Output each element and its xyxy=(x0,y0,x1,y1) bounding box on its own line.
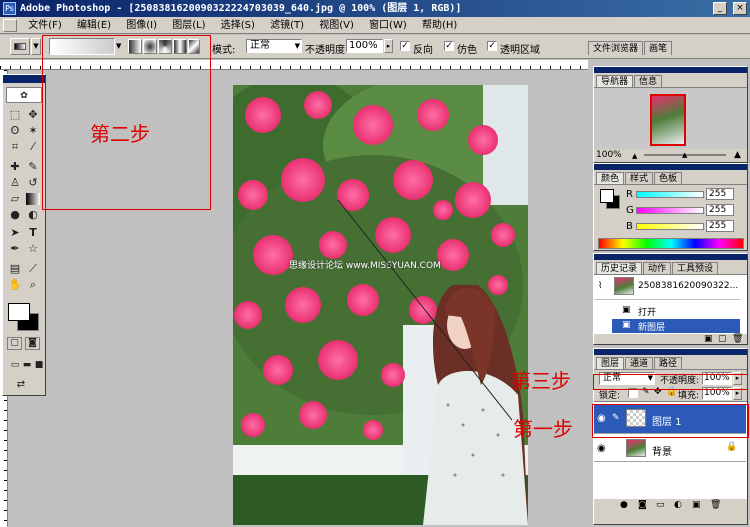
layer-mask-icon[interactable]: ◙ xyxy=(638,500,647,510)
adjustment-layer-icon[interactable]: ◐ xyxy=(674,500,682,510)
history-item-open[interactable]: 打开 xyxy=(638,305,656,318)
red-value-input[interactable]: 255 xyxy=(706,188,734,200)
step2-label: 第二步 xyxy=(90,122,150,146)
navigator-panel: 导航器 信息 100% ▲ ▲ ▲ xyxy=(593,66,748,163)
tab-swatches[interactable]: 色板 xyxy=(654,172,683,184)
step1-label: 第一步 xyxy=(513,417,573,441)
history-divider xyxy=(594,299,740,300)
tab-color[interactable]: 颜色 xyxy=(596,172,625,184)
green-value-input[interactable]: 255 xyxy=(706,204,734,216)
history-brush-source-icon[interactable]: ⌇ xyxy=(598,281,602,291)
zoom-out-icon[interactable]: ▲ xyxy=(632,152,637,160)
create-document-icon[interactable]: ▢ xyxy=(718,334,727,344)
tab-history[interactable]: 历史记录 xyxy=(596,262,643,274)
history-panel: 历史记录 动作 工具预设 ⌇ 2508381620090322... ▣ 打开 ▣ … xyxy=(593,253,748,345)
blue-channel-label: B xyxy=(626,221,633,232)
color-panel: 颜色 样式 色板 R 255 G 255 B 255 xyxy=(593,163,748,251)
green-channel-label: G xyxy=(626,205,634,216)
trash-icon[interactable]: 🗑 xyxy=(732,334,743,344)
guide-line xyxy=(337,199,513,421)
zoom-in-icon[interactable]: ▲ xyxy=(734,150,741,160)
red-slider[interactable] xyxy=(636,191,704,198)
eye-icon[interactable]: ◉ xyxy=(597,443,606,454)
document-state-icon: ▣ xyxy=(622,305,631,315)
tab-paths[interactable]: 路径 xyxy=(654,357,683,369)
history-item-new-layer[interactable]: 新图层 xyxy=(638,320,665,333)
layer-set-icon[interactable]: ▭ xyxy=(656,500,665,510)
new-layer-icon[interactable]: ▣ xyxy=(692,500,701,510)
navigator-thumbnail[interactable] xyxy=(650,94,686,146)
background-thumbnail xyxy=(626,439,646,457)
tab-tool-presets[interactable]: 工具预设 xyxy=(672,262,719,274)
blue-value-input[interactable]: 255 xyxy=(706,220,734,232)
delete-layer-icon[interactable]: 🗑 xyxy=(710,500,721,510)
tab-info[interactable]: 信息 xyxy=(634,75,663,87)
lock-icon: 🔒 xyxy=(726,442,738,452)
tab-channels[interactable]: 通道 xyxy=(625,357,654,369)
tab-actions[interactable]: 动作 xyxy=(643,262,672,274)
tab-layers[interactable]: 图层 xyxy=(596,357,625,369)
color-spectrum-bar[interactable] xyxy=(598,238,744,249)
red-channel-label: R xyxy=(626,189,633,200)
navigator-zoom-value[interactable]: 100% xyxy=(596,150,622,160)
new-snapshot-icon[interactable]: ▣ xyxy=(704,334,713,344)
green-slider[interactable] xyxy=(636,207,704,214)
layer-row-background[interactable]: ◉ 背景 🔒 xyxy=(594,436,746,462)
document-state-icon: ▣ xyxy=(622,320,631,330)
step3-highlight-box xyxy=(593,374,748,390)
tab-styles[interactable]: 样式 xyxy=(625,172,654,184)
blue-slider[interactable] xyxy=(636,223,704,230)
history-item-selected[interactable]: ▣ 新图层 xyxy=(612,319,740,333)
zoom-slider-thumb-icon[interactable]: ▲ xyxy=(682,151,687,159)
history-snapshot-thumbnail xyxy=(614,277,634,295)
layer-style-icon[interactable]: ● xyxy=(620,500,628,510)
foreground-color-chip[interactable] xyxy=(600,189,614,203)
history-snapshot-label[interactable]: 2508381620090322... xyxy=(638,281,738,291)
tab-navigator[interactable]: 导航器 xyxy=(596,75,634,87)
background-layer-name[interactable]: 背景 xyxy=(652,443,672,458)
step3-label: 第三步 xyxy=(511,369,571,393)
step1-highlight-box xyxy=(592,404,749,438)
